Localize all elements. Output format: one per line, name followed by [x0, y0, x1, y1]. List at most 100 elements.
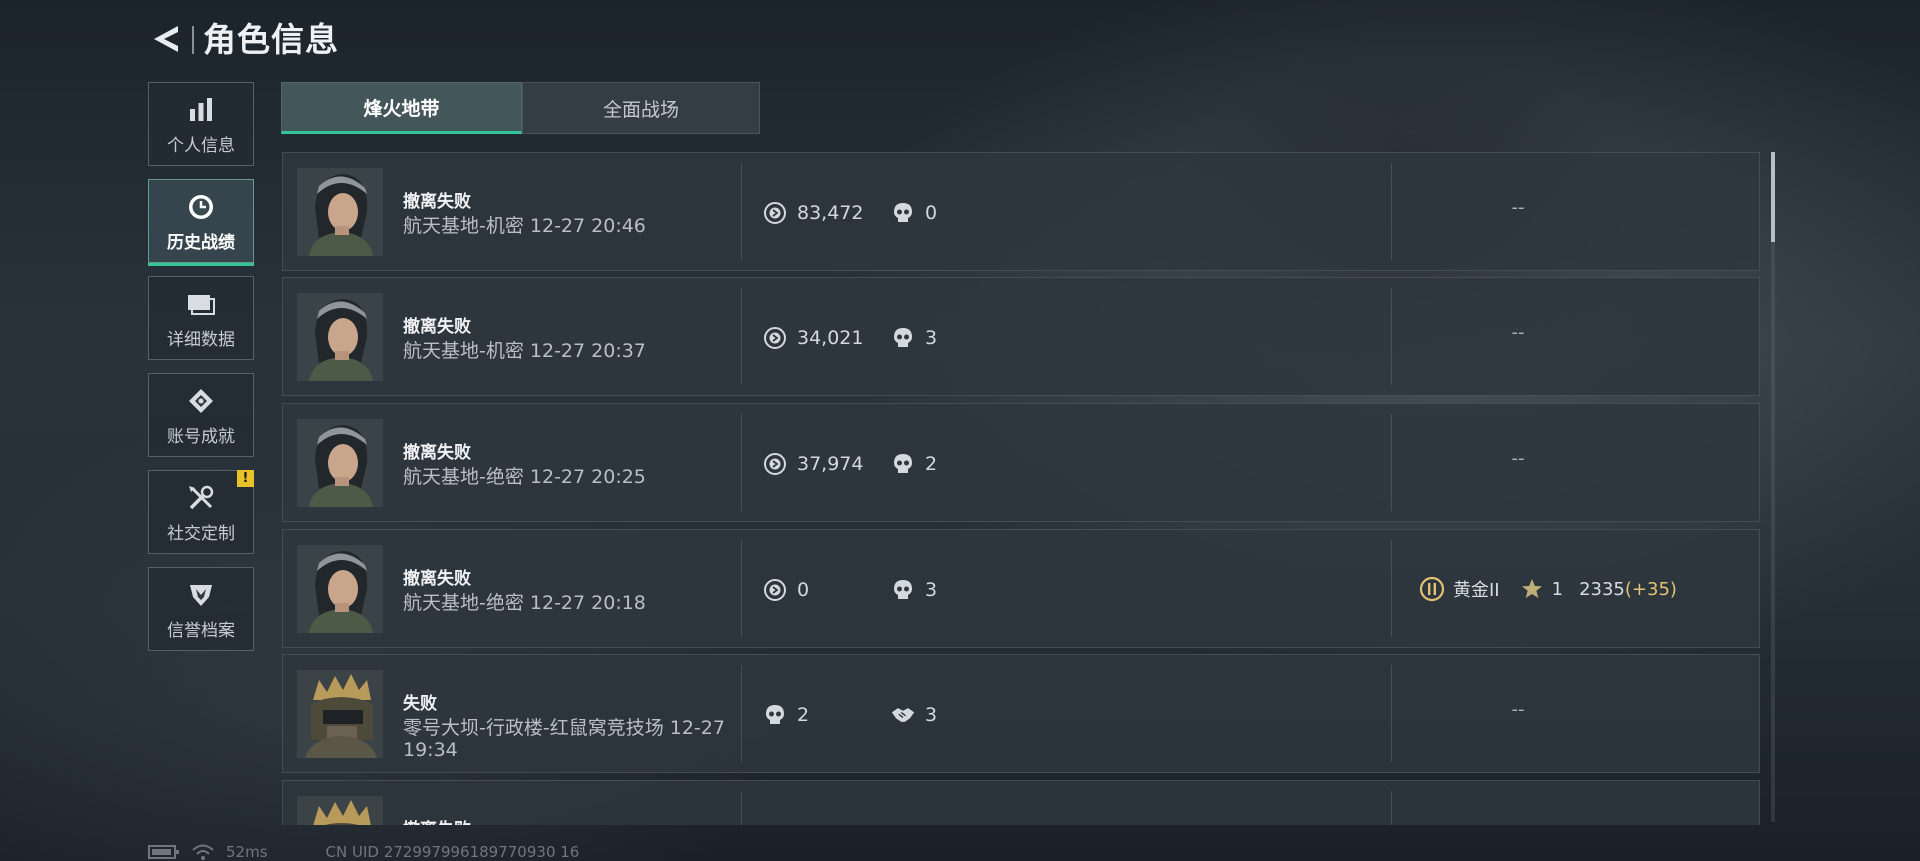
stat-value: 0 — [925, 202, 938, 224]
kills-stat: 2 — [891, 452, 937, 476]
kills-stat: 2 — [763, 703, 809, 727]
stat-value: 3 — [925, 327, 938, 349]
rank-stars: 1 — [1551, 578, 1564, 600]
match-record-list: 撤离失败 航天基地-机密 12-27 20:46 83,472 0 -- 撤离失… — [282, 152, 1760, 825]
battery-icon — [148, 845, 179, 859]
column-divider — [1391, 791, 1392, 825]
rank-result: -- — [1511, 699, 1525, 720]
rank-result: -- — [1511, 197, 1525, 218]
assists-stat: 3 — [891, 703, 937, 727]
column-divider — [1391, 540, 1392, 637]
sidebar-item-label: 社交定制 — [167, 523, 235, 544]
kills-stat: 0 — [891, 201, 937, 225]
stat-value: 83,472 — [797, 202, 864, 224]
rank-score: 2335 — [1579, 578, 1625, 600]
record-subtitle: 零号大坝-行政楼-红鼠窝竞技场 12-27 19:34 — [403, 717, 725, 761]
record-title: 失败 — [403, 694, 437, 714]
list-scrollbar[interactable] — [1771, 152, 1775, 822]
rank-tier-icon — [1419, 576, 1445, 602]
record-subtitle: 航天基地-绝密 12-27 20:25 — [403, 466, 646, 488]
match-record-row[interactable]: 撤离失败 航天基地-绝密 12-27 20:25 37,974 2 -- — [282, 403, 1760, 522]
star-icon — [1521, 579, 1542, 598]
record-subtitle: 航天基地-机密 12-27 20:37 — [403, 340, 646, 362]
currency-coin-icon — [764, 202, 786, 224]
skull-icon — [894, 580, 912, 599]
value-stat: 34,021 — [763, 326, 863, 350]
back-button[interactable] — [146, 20, 184, 58]
operator-avatar — [297, 796, 383, 825]
sidebar-item-detailed-data[interactable]: 详细数据 — [148, 276, 254, 360]
sidebar-item-social-custom[interactable]: ! 社交定制 — [148, 470, 254, 554]
sidebar-item-match-history[interactable]: 历史战绩 — [148, 179, 254, 266]
scrollbar-thumb[interactable] — [1771, 152, 1775, 242]
skull-icon — [894, 328, 912, 347]
column-divider — [741, 665, 742, 762]
kills-stat: 3 — [891, 326, 937, 350]
rank-tier: 黄金II — [1453, 580, 1500, 601]
stat-value: 37,974 — [797, 453, 864, 475]
sidebar-item-label: 历史战绩 — [167, 232, 235, 253]
match-record-row[interactable]: 撤离失败 — [282, 780, 1760, 825]
shield-emblem-icon — [190, 584, 212, 606]
wifi-icon — [192, 844, 214, 860]
stat-value: 3 — [925, 579, 938, 601]
match-record-row[interactable]: 撤离失败 航天基地-机密 12-27 20:37 34,021 3 -- — [282, 277, 1760, 396]
sidebar-item-achievements[interactable]: 账号成就 — [148, 373, 254, 457]
status-bar: 52ms CN UID 272997996189770930 16 — [148, 843, 579, 861]
column-divider — [741, 414, 742, 511]
sidebar-item-reputation[interactable]: 信誉档案 — [148, 567, 254, 651]
cards-icon — [188, 294, 215, 315]
stat-value: 0 — [797, 579, 810, 601]
column-divider — [741, 791, 742, 825]
match-record-row[interactable]: 失败 零号大坝-行政楼-红鼠窝竞技场 12-27 19:34 2 3 -- — [282, 654, 1760, 773]
skull-icon — [894, 454, 912, 473]
sidebar-item-label: 账号成就 — [167, 426, 235, 447]
operator-avatar — [297, 670, 383, 758]
currency-coin-icon — [764, 579, 786, 601]
match-record-row[interactable]: 撤离失败 航天基地-绝密 12-27 20:18 0 3 黄金II 1 2335… — [282, 529, 1760, 648]
column-divider — [1391, 414, 1392, 511]
value-stat: 83,472 — [763, 201, 863, 225]
match-record-row[interactable]: 撤离失败 航天基地-机密 12-27 20:46 83,472 0 -- — [282, 152, 1760, 271]
ping-value: 52ms — [226, 843, 268, 861]
page-title: 角色信息 — [203, 20, 339, 59]
operator-avatar — [297, 545, 383, 633]
tools-icon — [189, 485, 214, 509]
record-subtitle: 航天基地-绝密 12-27 20:18 — [403, 592, 646, 614]
record-title: 撤离失败 — [403, 192, 471, 212]
tab-full-battlefield[interactable]: 全面战场 — [522, 82, 760, 134]
column-divider — [1391, 288, 1392, 385]
rank-info: 黄金II 1 2335 (+35) — [1419, 576, 1677, 602]
stat-value: 2 — [797, 704, 810, 726]
record-subtitle: 航天基地-机密 12-27 20:46 — [403, 215, 646, 237]
rank-score-delta: (+35) — [1624, 578, 1677, 600]
rank-result: -- — [1511, 448, 1525, 469]
column-divider — [1391, 665, 1392, 762]
record-title: 撤离失败 — [403, 815, 471, 825]
clock-icon — [189, 194, 213, 219]
sidebar-item-label: 详细数据 — [167, 329, 235, 350]
column-divider — [741, 163, 742, 260]
skull-icon — [894, 203, 912, 222]
player-uid: CN UID 272997996189770930 16 — [325, 843, 580, 861]
header-divider — [192, 26, 194, 54]
skull-icon — [766, 705, 784, 724]
column-divider — [1391, 163, 1392, 260]
stat-value: 3 — [925, 704, 938, 726]
bar-chart-icon — [190, 97, 212, 121]
mode-tabs: 烽火地带 全面战场 — [281, 82, 760, 134]
sidebar: 个人信息 历史战绩 详细数据 账号成就 ! 社交定制 信誉档案 — [148, 82, 256, 664]
value-stat: 0 — [763, 578, 809, 602]
sidebar-item-personal-info[interactable]: 个人信息 — [148, 82, 254, 166]
back-arrow-icon — [154, 26, 178, 52]
kills-stat: 3 — [891, 578, 937, 602]
currency-coin-icon — [764, 327, 786, 349]
tab-hazard-zone[interactable]: 烽火地带 — [281, 82, 522, 134]
stat-value: 34,021 — [797, 327, 864, 349]
sidebar-item-label: 个人信息 — [167, 135, 235, 156]
handshake-icon — [891, 708, 915, 722]
column-divider — [741, 288, 742, 385]
record-title: 撤离失败 — [403, 443, 471, 463]
record-title: 撤离失败 — [403, 317, 471, 337]
rank-result: -- — [1511, 322, 1525, 343]
